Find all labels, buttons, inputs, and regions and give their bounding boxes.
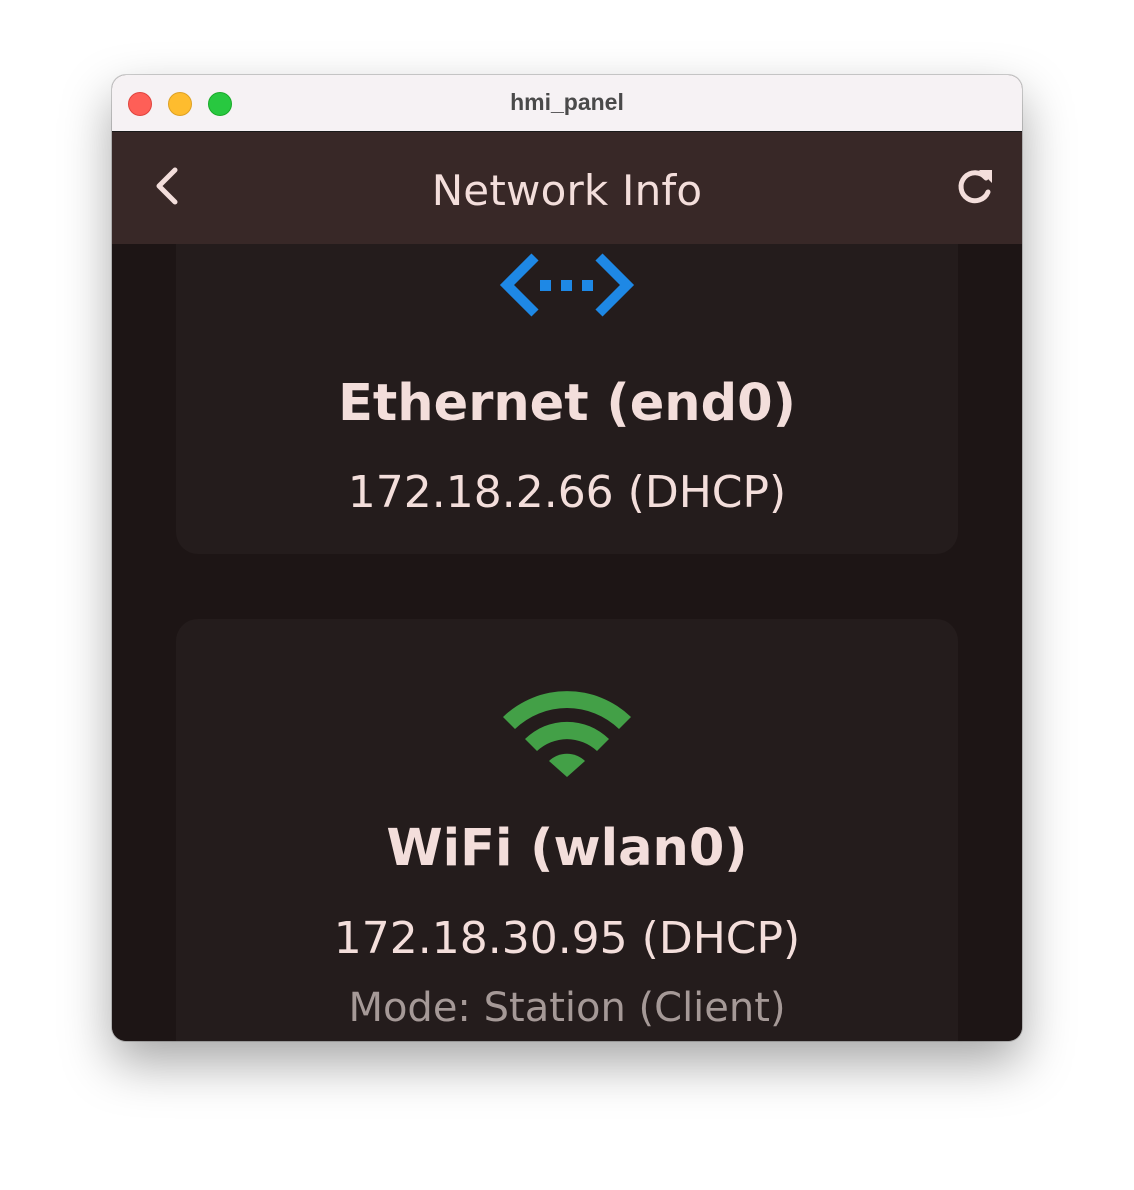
ethernet-title: Ethernet (end0) <box>338 374 796 433</box>
window-title: hmi_panel <box>510 89 624 115</box>
refresh-icon <box>958 170 992 204</box>
page-title: Network Info <box>431 166 703 215</box>
refresh-button[interactable] <box>950 162 1002 214</box>
wifi-icon <box>503 691 631 777</box>
ethernet-card: Ethernet (end0) 172.18.2.66 (DHCP) <box>176 244 958 554</box>
wifi-ip-address: 172.18.30.95 (DHCP) <box>333 913 801 964</box>
network-info-list[interactable]: Ethernet (end0) 172.18.2.66 (DHCP) WiFi … <box>112 244 1022 1041</box>
wifi-title: WiFi (wlan0) <box>386 819 748 878</box>
ethernet-icon <box>499 253 635 317</box>
app-bar: Network Info <box>112 132 1022 244</box>
app-window: hmi_panel Network Info Ethernet (end0) 1… <box>112 75 1022 1041</box>
wifi-card: WiFi (wlan0) 172.18.30.95 (DHCP) Mode: S… <box>176 619 958 1041</box>
wifi-mode: Mode: Station (Client) <box>348 985 786 1031</box>
window-titlebar: hmi_panel <box>112 75 1022 132</box>
ethernet-ip-address: 172.18.2.66 (DHCP) <box>347 467 787 518</box>
